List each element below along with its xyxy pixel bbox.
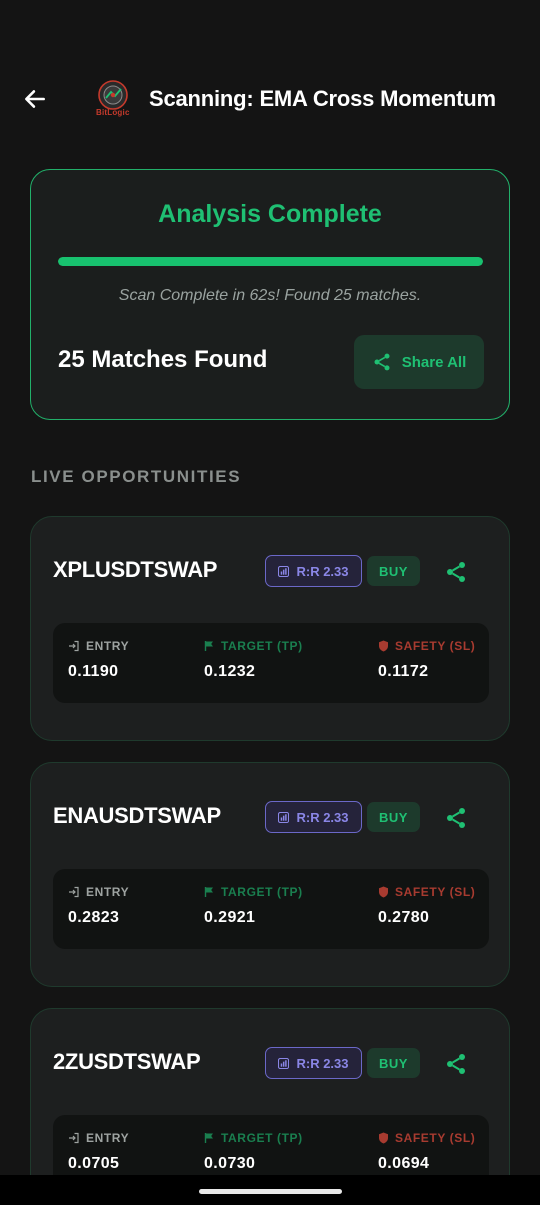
- flag-icon: [204, 1133, 213, 1143]
- matches-count: 25 Matches Found: [58, 346, 268, 373]
- target-label: TARGET (TP): [221, 1131, 303, 1145]
- chart-icon: [278, 565, 290, 577]
- risk-reward-badge: R:R 2.33: [265, 555, 362, 587]
- opportunity-card[interactable]: XPLUSDTSWAP R:R 2.33 BUY ENTRY 0.1190 TA…: [30, 516, 510, 741]
- logo-text: BitLogic: [96, 108, 130, 117]
- safety-label: SAFETY (SL): [395, 885, 476, 899]
- share-icon: [447, 808, 465, 828]
- risk-reward-text: R:R 2.33: [296, 1055, 349, 1071]
- shield-icon: [379, 1132, 388, 1144]
- safety-value: 0.1172: [378, 663, 429, 680]
- safety-level: SAFETY (SL) 0.0694: [378, 1131, 475, 1173]
- page-title: Scanning: EMA Cross Momentum: [149, 86, 496, 111]
- arrow-left-icon: [25, 90, 45, 108]
- symbol: XPLUSDTSWAP: [53, 557, 218, 582]
- opportunity-card[interactable]: ENAUSDTSWAP R:R 2.33 BUY ENTRY 0.2823 TA…: [30, 762, 510, 987]
- share-button[interactable]: [441, 803, 471, 833]
- shield-icon: [379, 886, 388, 898]
- entry-label: ENTRY: [86, 1131, 130, 1145]
- entry-label: ENTRY: [86, 639, 130, 653]
- back-button[interactable]: [20, 84, 50, 114]
- safety-label: SAFETY (SL): [395, 1131, 476, 1145]
- safety-level: SAFETY (SL) 0.1172: [378, 639, 475, 681]
- symbol: 2ZUSDTSWAP: [53, 1049, 201, 1074]
- target-level: TARGET (TP) 0.0730: [204, 1131, 303, 1173]
- share-all-label: Share All: [401, 353, 467, 371]
- status-message: Scan Complete in 62s! Found 25 matches.: [118, 287, 422, 304]
- entry-level: ENTRY 0.2823: [68, 885, 129, 927]
- entry-value: 0.0705: [68, 1155, 120, 1172]
- safety-level: SAFETY (SL) 0.2780: [378, 885, 475, 927]
- risk-reward-text: R:R 2.33: [296, 809, 349, 825]
- target-label: TARGET (TP): [221, 885, 303, 899]
- entry-label: ENTRY: [86, 885, 130, 899]
- safety-value: 0.0694: [378, 1155, 430, 1172]
- share-all-button[interactable]: Share All: [354, 335, 484, 389]
- share-icon: [374, 353, 390, 371]
- entry-level: ENTRY 0.0705: [68, 1131, 129, 1173]
- safety-value: 0.2780: [378, 909, 430, 926]
- safety-label: SAFETY (SL): [395, 639, 476, 653]
- home-indicator[interactable]: [199, 1189, 342, 1194]
- price-levels: ENTRY 0.2823 TARGET (TP) 0.2921 SAFETY (…: [53, 869, 489, 949]
- scan-status-card: Analysis Complete Scan Complete in 62s! …: [30, 169, 510, 420]
- progress-fill: [58, 257, 483, 266]
- chart-icon: [278, 1057, 290, 1069]
- flag-icon: [204, 887, 213, 897]
- side-badge[interactable]: BUY: [367, 556, 420, 586]
- app-header: BitLogic Scanning: EMA Cross Momentum: [0, 0, 540, 160]
- login-icon: [69, 886, 79, 898]
- target-value: 0.0730: [204, 1155, 256, 1172]
- progress-bar: [58, 257, 483, 266]
- share-icon: [447, 562, 465, 582]
- risk-reward-badge: R:R 2.33: [265, 1047, 362, 1079]
- login-icon: [69, 1132, 79, 1144]
- side-badge[interactable]: BUY: [367, 1048, 420, 1078]
- share-button[interactable]: [441, 557, 471, 587]
- side-badge[interactable]: BUY: [367, 802, 420, 832]
- status-title: Analysis Complete: [158, 200, 382, 228]
- risk-reward-text: R:R 2.33: [296, 563, 349, 579]
- price-levels: ENTRY 0.1190 TARGET (TP) 0.1232 SAFETY (…: [53, 623, 489, 703]
- flag-icon: [204, 641, 213, 651]
- entry-value: 0.2823: [68, 909, 120, 926]
- share-button[interactable]: [441, 1049, 471, 1079]
- chart-icon: [278, 811, 290, 823]
- entry-level: ENTRY 0.1190: [68, 639, 129, 681]
- section-label: LIVE OPPORTUNITIES: [31, 467, 242, 486]
- target-level: TARGET (TP) 0.1232: [204, 639, 303, 681]
- target-label: TARGET (TP): [221, 639, 303, 653]
- shield-icon: [379, 640, 388, 652]
- target-level: TARGET (TP) 0.2921: [204, 885, 303, 927]
- entry-value: 0.1190: [68, 663, 119, 680]
- symbol: ENAUSDTSWAP: [53, 803, 221, 828]
- target-value: 0.2921: [204, 909, 256, 926]
- target-value: 0.1232: [204, 663, 256, 680]
- system-nav-bar: [0, 1175, 540, 1205]
- risk-reward-badge: R:R 2.33: [265, 801, 362, 833]
- login-icon: [69, 640, 79, 652]
- share-icon: [447, 1054, 465, 1074]
